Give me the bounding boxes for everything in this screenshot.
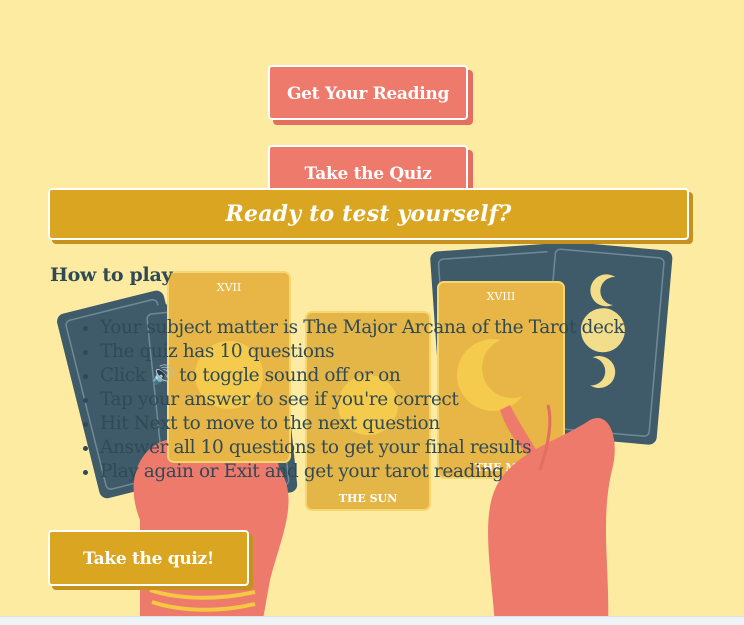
bottom-divider (0, 616, 744, 625)
rule-item: Click 🔊 to toggle sound off or on (100, 364, 624, 388)
get-your-reading-button[interactable]: Get Your Reading (268, 65, 468, 120)
svg-text:XVIII: XVIII (487, 290, 516, 303)
rules-list: Your subject matter is The Major Arcana … (78, 316, 625, 484)
svg-text:THE SUN: THE SUN (339, 492, 397, 505)
how-to-play-heading: How to play (50, 264, 173, 286)
rule-item: Your subject matter is The Major Arcana … (100, 316, 625, 340)
rule-item: Tap your answer to see if you're correct (100, 388, 624, 412)
quiz-page: XVII THE SUN XVIII THE M Get Your Readin… (0, 0, 744, 625)
svg-text:XVII: XVII (217, 281, 241, 294)
start-quiz-button[interactable]: Take the quiz! (48, 530, 249, 586)
rule-item: Play again or Exit and get your tarot re… (100, 460, 624, 484)
rule-item: The quiz has 10 questions (100, 340, 624, 364)
quiz-banner: Ready to test yourself? (48, 188, 689, 240)
rule-item: Hit Next to move to the next question (100, 412, 624, 436)
rule-item: Answer all 10 questions to get your fina… (100, 436, 624, 460)
